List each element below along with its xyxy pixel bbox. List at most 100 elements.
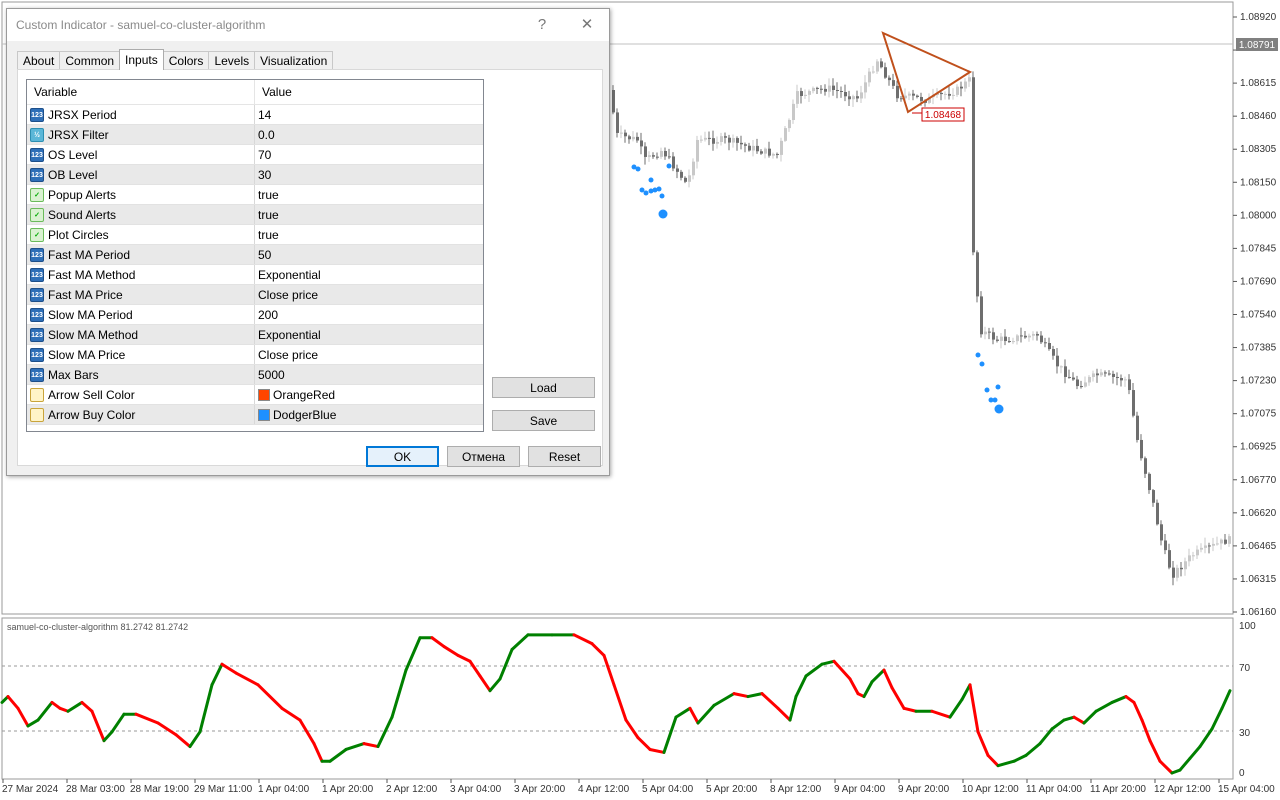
input-row[interactable]: 123 Fast MA Period 50 <box>27 245 483 265</box>
value-cell[interactable]: 5000 <box>255 365 483 384</box>
oscillator-segment <box>862 680 874 699</box>
oscillator-segment <box>794 674 808 699</box>
variable-cell: ✓ Sound Alerts <box>27 205 255 224</box>
value-cell[interactable]: 0.0 <box>255 125 483 144</box>
input-row[interactable]: 123 Slow MA Method Exponential <box>27 325 483 345</box>
input-row[interactable]: 123 Slow MA Price Close price <box>27 345 483 365</box>
candle-body <box>896 85 899 99</box>
variable-value: 0.0 <box>258 127 275 142</box>
value-cell[interactable]: 30 <box>255 165 483 184</box>
input-row[interactable]: 123 OS Level 70 <box>27 145 483 165</box>
help-icon[interactable]: ? <box>527 13 557 37</box>
save-button[interactable]: Save <box>492 410 595 431</box>
load-button[interactable]: Load <box>492 377 595 398</box>
candle-body <box>952 94 955 96</box>
candle-body <box>744 144 747 146</box>
value-cell[interactable]: DodgerBlue <box>255 405 483 424</box>
candle-body <box>956 86 959 95</box>
value-cell[interactable]: 200 <box>255 305 483 324</box>
inputs-grid[interactable]: Variable Value 123 JRSX Period 14 ½ JRSX Fil… <box>26 79 484 432</box>
tab-visualization[interactable]: Visualization <box>254 51 334 69</box>
price-tick-label: 1.07385 <box>1240 343 1277 354</box>
oscillator-segment <box>760 692 780 710</box>
candle-body <box>804 94 807 96</box>
oscillator-segment <box>696 703 716 725</box>
oscillator-segment <box>960 683 972 701</box>
tab-levels[interactable]: Levels <box>208 51 256 69</box>
value-cell[interactable]: true <box>255 205 483 224</box>
oscillator-segment <box>102 730 114 743</box>
oscillator-segment <box>1082 709 1098 725</box>
variable-value: 50 <box>258 247 272 262</box>
buy-signal-circle <box>992 397 998 403</box>
dialog-titlebar[interactable]: Custom Indicator - samuel-co-cluster-alg… <box>7 9 609 41</box>
cancel-button[interactable]: Отмена <box>447 446 520 467</box>
time-tick-label: 27 Mar 2024 <box>2 784 59 795</box>
color-type-icon <box>30 387 44 402</box>
candle-body <box>792 103 795 120</box>
value-cell[interactable]: 14 <box>255 105 483 124</box>
time-tick-label: 15 Apr 04:00 <box>1218 784 1275 795</box>
candle-body <box>772 153 775 156</box>
candle-body <box>1224 539 1227 544</box>
grid-header: Variable Value <box>27 80 483 105</box>
variable-cell: ½ JRSX Filter <box>27 125 255 144</box>
close-icon[interactable]: ✕ <box>572 13 602 37</box>
input-row[interactable]: 123 Slow MA Period 200 <box>27 305 483 325</box>
candle-body <box>884 67 887 78</box>
candle-body <box>920 96 923 101</box>
input-row[interactable]: ✓ Sound Alerts true <box>27 205 483 225</box>
candle-body <box>668 156 671 158</box>
triangle-object[interactable] <box>881 31 973 114</box>
input-row[interactable]: 123 Fast MA Method Exponential <box>27 265 483 285</box>
value-cell[interactable]: Close price <box>255 345 483 364</box>
value-cell[interactable]: 70 <box>255 145 483 164</box>
oscillator-segment <box>930 709 952 719</box>
ok-button[interactable]: OK <box>366 446 439 467</box>
price-tick-label: 1.08920 <box>1240 12 1277 23</box>
oscillator-segment <box>156 721 178 737</box>
buy-signal-circle <box>648 177 654 183</box>
integer-type-icon: 123 <box>30 147 44 162</box>
column-header-value[interactable]: Value <box>255 80 483 104</box>
tab-colors[interactable]: Colors <box>162 51 210 69</box>
input-row[interactable]: ✓ Plot Circles true <box>27 225 483 245</box>
integer-type-icon: 123 <box>30 267 44 282</box>
input-row[interactable]: 123 OB Level 30 <box>27 165 483 185</box>
input-row[interactable]: Arrow Sell Color OrangeRed <box>27 385 483 405</box>
oscillator-segment <box>636 736 652 751</box>
candle-body <box>636 136 639 141</box>
candle-body <box>676 168 679 172</box>
value-cell[interactable]: true <box>255 185 483 204</box>
value-cell[interactable]: Exponential <box>255 265 483 284</box>
price-tick-label: 1.07540 <box>1240 310 1277 321</box>
time-tick-label: 9 Apr 04:00 <box>834 784 886 795</box>
input-row[interactable]: 123 Fast MA Price Close price <box>27 285 483 305</box>
color-swatch <box>258 388 270 401</box>
column-header-variable[interactable]: Variable <box>27 80 255 104</box>
value-cell[interactable]: true <box>255 225 483 244</box>
oscillator-segment <box>1198 727 1214 749</box>
value-cell[interactable]: Close price <box>255 285 483 304</box>
candle-body <box>808 91 811 95</box>
reset-button[interactable]: Reset <box>528 446 601 467</box>
value-cell[interactable]: Exponential <box>255 325 483 344</box>
tab-inputs[interactable]: Inputs <box>119 49 164 70</box>
candle-body <box>1100 372 1103 376</box>
tab-about[interactable]: About <box>17 51 61 69</box>
tab-common[interactable]: Common <box>59 51 121 69</box>
input-row[interactable]: ½ JRSX Filter 0.0 <box>27 125 483 145</box>
oscillator-segment <box>36 700 54 722</box>
time-tick-label: 29 Mar 11:00 <box>194 784 253 795</box>
variable-cell: ✓ Plot Circles <box>27 225 255 244</box>
input-row[interactable]: Arrow Buy Color DodgerBlue <box>27 405 483 425</box>
time-tick-label: 12 Apr 12:00 <box>1154 784 1211 795</box>
value-cell[interactable]: 50 <box>255 245 483 264</box>
input-row[interactable]: 123 JRSX Period 14 <box>27 105 483 125</box>
variable-name: JRSX Filter <box>48 127 109 142</box>
input-row[interactable]: 123 Max Bars 5000 <box>27 365 483 385</box>
candle-body <box>1176 567 1179 578</box>
input-row[interactable]: ✓ Popup Alerts true <box>27 185 483 205</box>
value-cell[interactable]: OrangeRed <box>255 385 483 404</box>
candle-body <box>1188 555 1191 562</box>
